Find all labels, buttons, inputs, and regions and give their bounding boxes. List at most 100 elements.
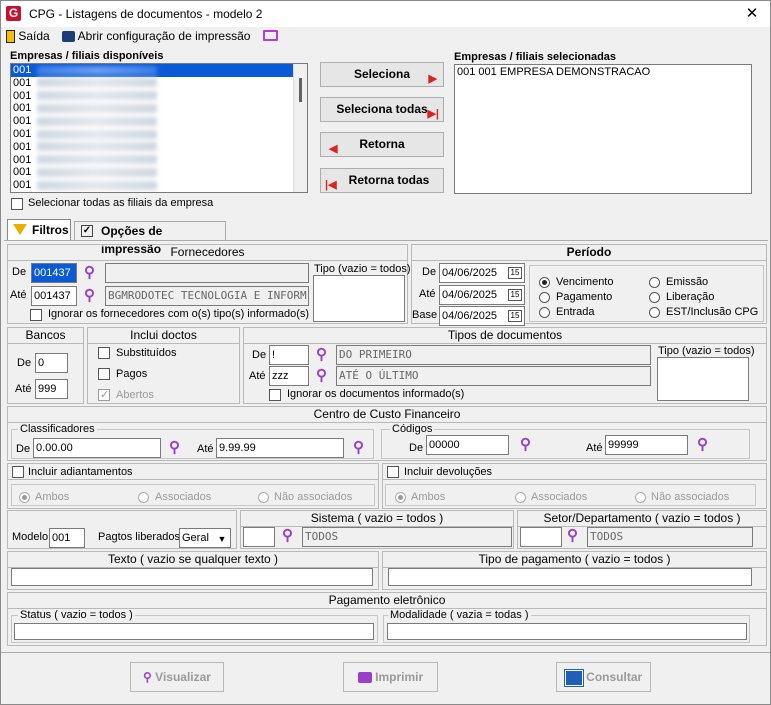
radio-returns-not-associated[interactable] — [635, 492, 646, 503]
include-returns-checkbox[interactable] — [387, 466, 399, 478]
available-list[interactable]: 001 001 001 001 001 001 001 001 001 001 — [10, 63, 308, 193]
open-checkbox[interactable] — [98, 388, 110, 401]
suppliers-type-list[interactable] — [313, 275, 405, 322]
radio-advances-both[interactable] — [19, 492, 30, 503]
system-input[interactable] — [243, 527, 275, 547]
calendar-icon[interactable]: 15 — [508, 310, 522, 322]
suppliers-title: Fornecedores — [8, 245, 407, 261]
list-item[interactable]: 001 — [11, 166, 307, 179]
department-input[interactable] — [520, 527, 562, 547]
radio-issue[interactable] — [649, 277, 660, 288]
print-button[interactable]: Imprimir — [343, 662, 438, 692]
list-item[interactable]: 001 — [11, 154, 307, 167]
suppliers-to-label: Até — [10, 289, 27, 301]
selected-list[interactable]: 001 001 EMPRESA DEMONSTRACAO — [454, 64, 752, 194]
redacted-name — [37, 167, 158, 177]
list-scrollbar[interactable] — [293, 64, 307, 192]
view-button[interactable]: ⚲ Visualizar — [130, 662, 224, 692]
radio-payment[interactable] — [539, 292, 550, 303]
class-to-input[interactable]: 9.99.99 — [216, 438, 344, 458]
doc-types-to-name: ATÉ O ÚLTIMO — [336, 366, 651, 386]
radio-returns-both[interactable] — [395, 492, 406, 503]
tab-filters[interactable]: Filtros — [7, 219, 71, 241]
select-button[interactable]: Seleciona ▶ — [320, 62, 444, 87]
radio-entry[interactable] — [539, 307, 550, 318]
search-icon[interactable]: ⚲ — [169, 440, 180, 455]
search-icon[interactable]: ⚲ — [84, 265, 95, 280]
doc-types-to-input[interactable]: zzz — [269, 366, 309, 386]
doc-types-from-input[interactable]: ! — [269, 345, 309, 365]
class-from-input[interactable]: 0.00.00 — [33, 438, 161, 458]
search-icon[interactable]: ⚲ — [697, 437, 708, 452]
list-item-code: 001 — [13, 76, 32, 89]
search-icon[interactable]: ⚲ — [282, 528, 293, 543]
chevron-down-icon: ▼ — [217, 534, 227, 544]
tab-print-options[interactable]: ✓ Opções de impressão — [74, 221, 226, 256]
monitor-icon[interactable] — [263, 30, 278, 41]
list-item[interactable]: 001 — [11, 141, 307, 154]
replaced-checkbox[interactable] — [98, 347, 110, 359]
open-label: Abertos — [116, 389, 154, 401]
text-input[interactable] — [11, 568, 373, 586]
system-title: Sistema ( vazio = todos ) — [241, 511, 513, 527]
banks-to-input[interactable]: 999 — [35, 379, 68, 399]
calendar-icon[interactable]: 15 — [508, 267, 522, 279]
search-icon[interactable]: ⚲ — [567, 528, 578, 543]
redacted-name — [37, 142, 158, 152]
select-all-button[interactable]: Seleciona todas ▶| — [320, 97, 444, 122]
modality-list[interactable] — [387, 623, 747, 640]
cost-center-title: Centro de Custo Financeiro — [8, 407, 766, 423]
banks-to-label: Até — [15, 383, 32, 395]
list-item[interactable]: 001 — [11, 64, 307, 77]
payment-type-input[interactable] — [388, 568, 752, 586]
paid-checkbox[interactable] — [98, 368, 110, 380]
period-title: Período — [412, 245, 766, 261]
list-item-code: 001 — [13, 102, 32, 115]
ignore-suppliers-checkbox[interactable] — [30, 309, 42, 321]
consult-button[interactable]: Consultar — [556, 662, 651, 692]
suppliers-from-name — [105, 263, 309, 283]
search-icon[interactable]: ⚲ — [520, 437, 531, 452]
suppliers-to-input[interactable]: 001437 — [31, 286, 77, 306]
exit-button[interactable]: Saída — [6, 29, 50, 44]
radio-release[interactable] — [649, 292, 660, 303]
radio-est-inclusion[interactable] — [649, 307, 660, 318]
list-item[interactable]: 001 — [11, 90, 307, 103]
consult-label: Consultar — [586, 670, 643, 684]
list-item[interactable]: 001 — [11, 102, 307, 115]
search-icon[interactable]: ⚲ — [353, 440, 364, 455]
radio-advances-not-associated[interactable] — [258, 492, 269, 503]
select-all-branches-checkbox[interactable] — [11, 198, 23, 210]
code-from-input[interactable]: 00000 — [426, 435, 509, 455]
print-config-button[interactable]: Abrir configuração de impressão — [62, 29, 250, 43]
search-icon[interactable]: ⚲ — [316, 347, 327, 362]
radio-due-date[interactable] — [539, 277, 550, 288]
suppliers-to-name: BGMRODOTEC TECNOLOGIA E INFORM — [105, 286, 309, 306]
search-icon[interactable]: ⚲ — [316, 368, 327, 383]
code-from-label: De — [409, 442, 424, 454]
radio-returns-associated[interactable] — [515, 492, 526, 503]
list-item[interactable]: 001 — [11, 115, 307, 128]
close-button[interactable]: ✕ — [742, 4, 762, 22]
redacted-name — [37, 91, 158, 101]
department-title: Setor/Departamento ( vazio = todos ) — [518, 511, 766, 527]
exit-door-icon — [6, 30, 15, 44]
code-to-input[interactable]: 99999 — [605, 435, 688, 455]
doc-types-type-list[interactable] — [657, 357, 749, 401]
search-icon[interactable]: ⚲ — [84, 288, 95, 303]
list-item[interactable]: 001 — [11, 179, 307, 192]
list-item[interactable]: 001 001 EMPRESA DEMONSTRACAO — [455, 65, 751, 79]
list-item[interactable]: 001 — [11, 77, 307, 90]
suppliers-from-input[interactable]: 001437 — [31, 263, 77, 283]
ignore-docs-checkbox[interactable] — [269, 389, 281, 401]
model-input[interactable]: 001 — [49, 528, 85, 548]
include-advances-checkbox[interactable] — [12, 466, 24, 478]
return-button[interactable]: ◀ Retorna — [320, 132, 444, 157]
return-all-button[interactable]: |◀ Retorna todas — [320, 168, 444, 193]
banks-from-input[interactable]: 0 — [35, 353, 68, 373]
calendar-icon[interactable]: 15 — [508, 289, 522, 301]
released-payments-select[interactable]: Geral ▼ — [179, 528, 231, 548]
radio-advances-associated[interactable] — [138, 492, 149, 503]
list-item[interactable]: 001 — [11, 128, 307, 141]
status-list[interactable] — [14, 623, 374, 640]
